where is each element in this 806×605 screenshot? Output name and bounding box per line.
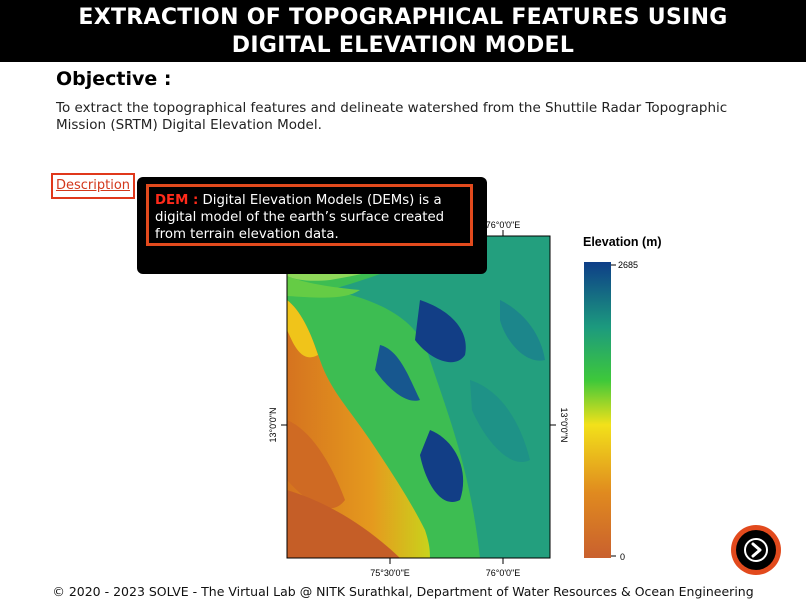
dem-map-figure: 76°0'0"E 75°30'0"E 76°0'0"E 13°0'0"N 13°… — [268, 220, 662, 578]
page-title-line1: EXTRACTION OF TOPOGRAPHICAL FEATURES USI… — [78, 5, 728, 30]
page-header: EXTRACTION OF TOPOGRAPHICAL FEATURES USI… — [0, 0, 806, 62]
dem-tooltip-term: DEM : — [155, 193, 199, 208]
dem-tooltip: DEM : Digital Elevation Models (DEMs) is… — [137, 177, 487, 274]
dem-tooltip-text: Digital Elevation Models (DEMs) is a dig… — [155, 193, 445, 242]
map-bottom-tick-label-2: 76°0'0"E — [486, 568, 521, 578]
legend-title: Elevation (m) — [583, 235, 662, 249]
dem-tooltip-content: DEM : Digital Elevation Models (DEMs) is… — [146, 184, 473, 246]
description-link[interactable]: Description — [51, 173, 135, 199]
map-left-tick-label: 13°0'0"N — [268, 407, 278, 442]
map-top-tick-label: 76°0'0"E — [486, 220, 521, 230]
legend-max-label: 2685 — [618, 260, 638, 270]
map-bottom-tick-label-1: 75°30'0"E — [370, 568, 410, 578]
objective-heading: Objective : — [56, 68, 172, 90]
elevation-color-bar — [584, 262, 611, 558]
next-button-inner[interactable] — [736, 530, 776, 570]
legend-min-label: 0 — [620, 552, 625, 562]
page-title-line2: DIGITAL ELEVATION MODEL — [231, 33, 575, 58]
map-right-tick-label: 13°0'0"N — [559, 407, 569, 442]
arrow-right-icon — [744, 538, 768, 562]
dem-map — [286, 235, 551, 559]
next-button[interactable] — [731, 525, 781, 575]
footer-copyright: © 2020 - 2023 SOLVE - The Virtual Lab @ … — [52, 584, 754, 599]
objective-text: To extract the topographical features an… — [56, 100, 728, 133]
